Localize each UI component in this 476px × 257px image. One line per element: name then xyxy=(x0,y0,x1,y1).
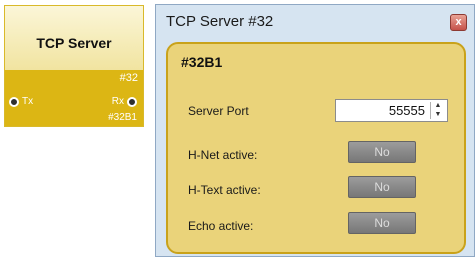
server-port-value: 55555 xyxy=(388,103,425,118)
node-id-band: #32 xyxy=(5,70,143,90)
tcp-server-node[interactable]: TCP Server #32 Tx Rx #32B1 xyxy=(4,5,144,127)
tx-port-icon xyxy=(9,96,19,107)
node-code: #32B1 xyxy=(108,112,137,123)
properties-window: TCP Server #32 x #32B1 Server Port 55555… xyxy=(155,4,475,257)
rx-label: Rx xyxy=(111,96,124,107)
port-spinner: ▲ ▼ xyxy=(430,102,445,119)
htext-toggle[interactable]: No xyxy=(348,176,416,198)
spin-down-icon[interactable]: ▼ xyxy=(432,111,444,119)
hnet-toggle[interactable]: No xyxy=(348,141,416,163)
server-port-field[interactable]: 55555 ▲ ▼ xyxy=(335,99,448,122)
settings-panel: #32B1 Server Port 55555 ▲ ▼ H-Net active… xyxy=(166,42,466,254)
node-number: #32 xyxy=(119,72,138,84)
close-button[interactable]: x xyxy=(450,14,467,31)
node-header: TCP Server xyxy=(5,6,143,70)
window-titlebar[interactable]: TCP Server #32 x xyxy=(156,5,474,39)
window-title: TCP Server #32 xyxy=(166,13,274,30)
node-title: TCP Server xyxy=(36,35,112,51)
echo-label: Echo active: xyxy=(188,219,254,233)
tx-label: Tx xyxy=(22,96,34,107)
server-port-label: Server Port xyxy=(188,104,249,118)
close-icon: x xyxy=(455,16,462,28)
spin-up-icon[interactable]: ▲ xyxy=(432,102,444,110)
rx-port[interactable]: Rx xyxy=(112,96,137,107)
htext-label: H-Text active: xyxy=(188,183,261,197)
rx-port-icon xyxy=(127,96,137,107)
node-ports: Tx Rx #32B1 xyxy=(5,90,143,126)
echo-toggle[interactable]: No xyxy=(348,212,416,234)
hnet-label: H-Net active: xyxy=(188,148,258,162)
panel-heading: #32B1 xyxy=(181,54,223,70)
tx-port[interactable]: Tx xyxy=(9,96,33,107)
